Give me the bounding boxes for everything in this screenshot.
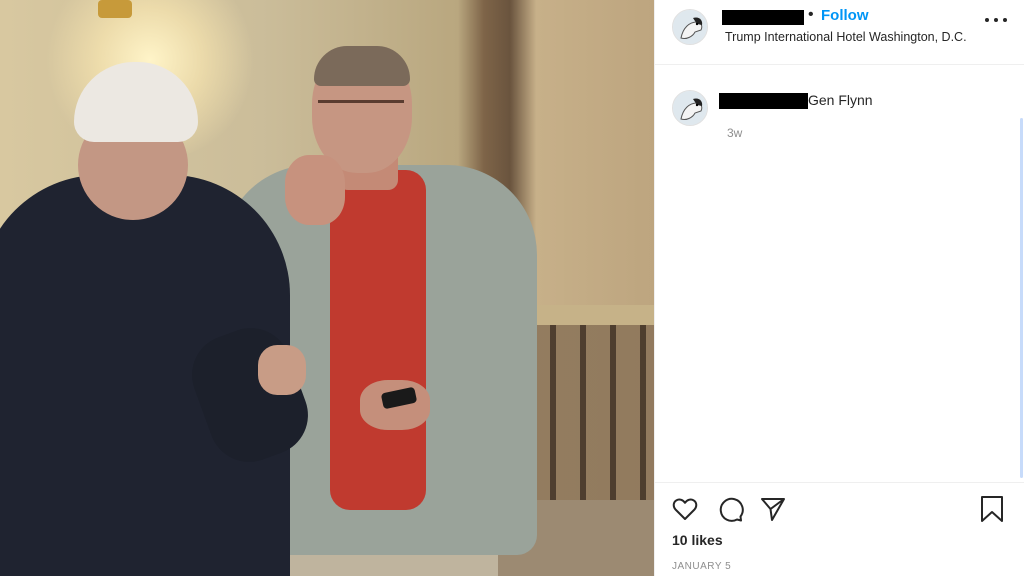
- wall-molding: [530, 305, 654, 325]
- avatar[interactable]: [672, 90, 708, 126]
- location-link[interactable]: Trump International Hotel Washington, D.…: [725, 30, 967, 44]
- bookmark-icon[interactable]: [978, 495, 1006, 523]
- person-glasses: [318, 100, 404, 119]
- heart-icon[interactable]: [671, 495, 699, 523]
- person-hand: [258, 345, 306, 395]
- redacted-username: [722, 10, 804, 25]
- post-date[interactable]: JANUARY 5: [672, 561, 731, 572]
- wall-lamp: [98, 0, 132, 18]
- post-header: • Follow Trump International Hotel Washi…: [655, 0, 1024, 65]
- caption-text: Gen Flynn: [808, 92, 873, 108]
- person-shirt: [330, 170, 426, 510]
- time-ago[interactable]: 3w: [727, 126, 742, 140]
- post-photo[interactable]: [0, 0, 654, 576]
- share-icon[interactable]: [759, 495, 787, 523]
- more-options-icon[interactable]: [985, 14, 1007, 26]
- person-hair: [314, 46, 410, 86]
- redacted-username: [719, 93, 808, 109]
- comment-icon[interactable]: [716, 495, 744, 523]
- post-side-panel: • Follow Trump International Hotel Washi…: [654, 0, 1024, 576]
- person-hand: [285, 155, 345, 225]
- scrollbar[interactable]: [1020, 118, 1023, 478]
- follow-button[interactable]: Follow: [821, 7, 869, 24]
- separator-dot: •: [808, 6, 814, 23]
- likes-count[interactable]: 10 likes: [672, 532, 723, 548]
- action-bar: 10 likes JANUARY 5: [655, 482, 1024, 577]
- avatar[interactable]: [672, 9, 708, 45]
